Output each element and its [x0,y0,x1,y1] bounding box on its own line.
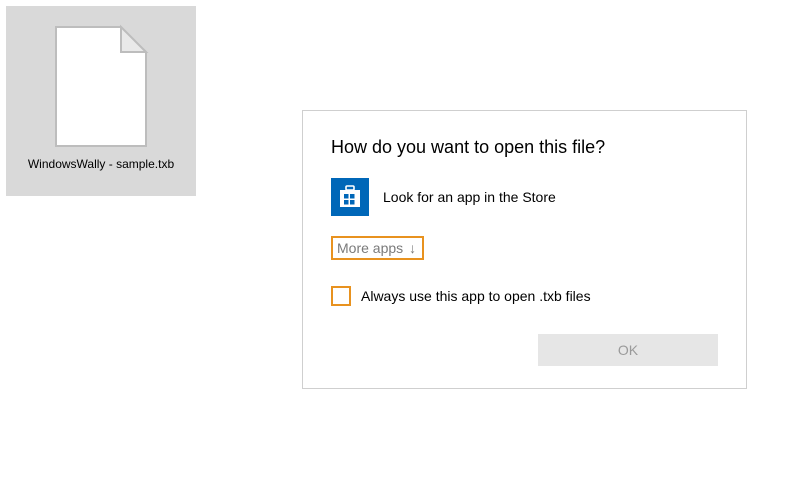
desktop-file-label: WindowsWally - sample.txb [28,157,174,171]
chevron-down-icon: ↓ [409,241,416,255]
always-use-checkbox[interactable] [331,286,351,306]
desktop-file-tile[interactable]: WindowsWally - sample.txb [6,6,196,196]
ok-button[interactable]: OK [538,334,718,366]
dialog-button-row: OK [331,334,718,366]
more-apps-label: More apps [337,240,403,256]
always-use-row: Always use this app to open .txb files [331,286,718,306]
store-option-label: Look for an app in the Store [383,189,556,205]
dialog-title: How do you want to open this file? [331,137,718,158]
more-apps-toggle[interactable]: More apps ↓ [331,236,424,260]
blank-file-icon [51,24,151,149]
store-icon [331,178,369,216]
store-option[interactable]: Look for an app in the Store [331,178,718,216]
open-with-dialog: How do you want to open this file? Look … [302,110,747,389]
always-use-label: Always use this app to open .txb files [361,288,591,304]
